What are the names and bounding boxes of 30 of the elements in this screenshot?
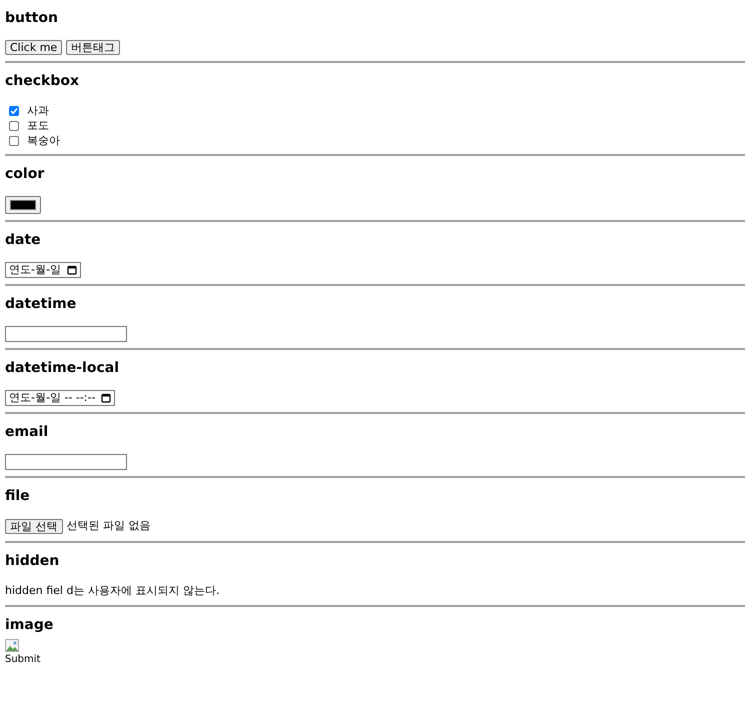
- checkbox-label: 사과: [27, 103, 49, 118]
- image-alt-text: Submit: [5, 655, 42, 665]
- description-text: hidden fiel d는 사용자에 표시되지 않는다.: [5, 582, 220, 598]
- push-button[interactable]: Click me: [5, 40, 62, 55]
- section-heading: datetime: [5, 296, 78, 313]
- calendar-icon[interactable]: [66, 265, 77, 275]
- push-button[interactable]: 버튼태그: [66, 40, 120, 55]
- checkbox[interactable]: [9, 106, 19, 116]
- date-field[interactable]: 연도-월-일 -- --:--: [5, 390, 116, 406]
- checkbox[interactable]: [9, 120, 19, 130]
- file-status: 선택된 파일 없음: [66, 518, 150, 534]
- calendar-icon[interactable]: [101, 393, 112, 403]
- color-picker[interactable]: [5, 196, 41, 214]
- section-heading: file: [5, 488, 31, 505]
- section-heading: datetime-local: [5, 360, 120, 377]
- checkbox-label: 복숭아: [27, 133, 60, 148]
- checkbox-label: 포도: [27, 118, 49, 133]
- section-heading: date: [5, 232, 42, 249]
- checkbox[interactable]: [9, 136, 19, 146]
- choose-file-button[interactable]: 파일 선택: [5, 518, 62, 534]
- section-heading: button: [5, 10, 59, 27]
- broken-image-icon: [5, 639, 21, 654]
- section-heading: hidden: [5, 552, 60, 570]
- section-heading: checkbox: [5, 73, 80, 90]
- section-heading: color: [5, 166, 46, 183]
- input-field[interactable]: [5, 326, 127, 342]
- input-field[interactable]: [5, 454, 127, 470]
- section-heading: image: [5, 616, 54, 634]
- section-heading: email: [5, 424, 50, 441]
- date-field[interactable]: 연도-월-일: [5, 262, 81, 278]
